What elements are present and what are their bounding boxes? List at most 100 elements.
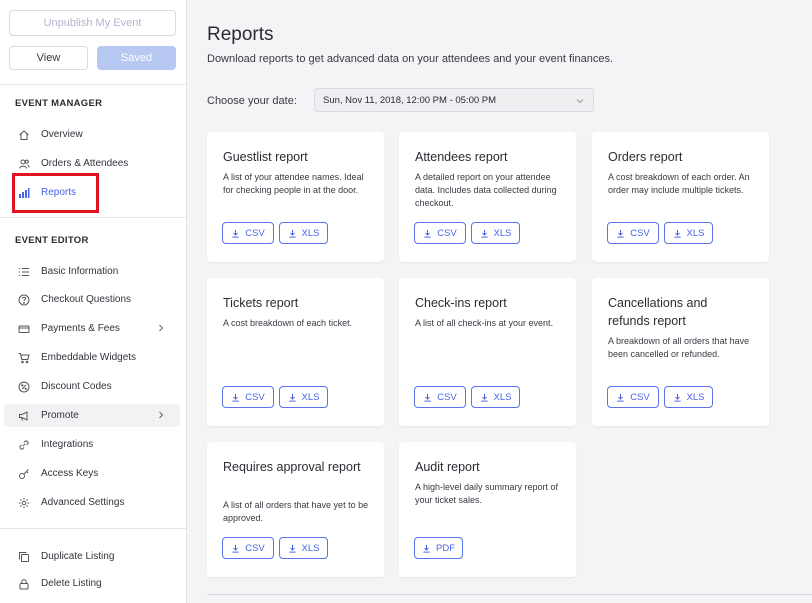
card-title: Orders report	[608, 150, 683, 164]
lock-icon	[18, 578, 30, 590]
download-xls-button[interactable]: XLS	[279, 386, 328, 408]
sidebar-item-label: Discount Codes	[41, 381, 112, 392]
button-label: CSV	[245, 391, 265, 403]
download-icon	[673, 393, 681, 402]
download-xls-button[interactable]: XLS	[279, 537, 328, 559]
chevron-down-icon	[576, 99, 584, 104]
sidebar-item-payments-fees[interactable]: Payments & Fees	[4, 317, 180, 340]
home-icon	[18, 129, 30, 141]
report-card-check-ins: Check-ins report A list of all check-ins…	[399, 278, 576, 426]
download-pdf-button[interactable]: PDF	[414, 537, 463, 559]
download-icon	[673, 229, 681, 238]
link-icon	[18, 439, 30, 451]
sidebar-item-label: Integrations	[41, 439, 94, 450]
users-icon	[18, 158, 30, 170]
download-icon	[617, 229, 624, 238]
payment-icon	[18, 323, 30, 335]
download-csv-button[interactable]: CSV	[222, 537, 274, 559]
card-title: Cancellations and refunds report	[608, 296, 708, 328]
question-icon	[18, 294, 30, 306]
page-title: Reports	[207, 24, 274, 45]
card-title: Tickets report	[223, 296, 299, 310]
button-label: PDF	[436, 542, 455, 554]
card-title: Audit report	[415, 460, 480, 474]
date-select-value: Sun, Nov 11, 2018, 12:00 PM - 05:00 PM	[323, 94, 497, 106]
sidebar-item-basic-information[interactable]: Basic Information	[4, 260, 180, 283]
sidebar-item-label: Orders & Attendees	[41, 158, 129, 169]
download-csv-button[interactable]: CSV	[414, 386, 466, 408]
sidebar-item-label: Overview	[41, 129, 83, 140]
button-label: XLS	[686, 391, 705, 403]
card-title: Check-ins report	[415, 296, 507, 310]
sidebar-item-access-keys[interactable]: Access Keys	[4, 462, 180, 485]
download-csv-button[interactable]: CSV	[414, 222, 466, 244]
card-title: Guestlist report	[223, 150, 308, 164]
view-button[interactable]: View	[9, 46, 88, 70]
unpublish-button[interactable]: Unpublish My Event	[9, 10, 176, 36]
report-card-audit: Audit report A high-level daily summary …	[399, 442, 576, 577]
download-xls-button[interactable]: XLS	[664, 222, 713, 244]
download-csv-button[interactable]: CSV	[222, 386, 274, 408]
download-csv-button[interactable]: CSV	[222, 222, 274, 244]
download-icon	[480, 229, 488, 238]
megaphone-icon	[18, 410, 30, 422]
report-card-attendees: Attendees report A detailed report on yo…	[399, 132, 576, 262]
download-icon	[617, 393, 624, 402]
button-label: XLS	[301, 542, 320, 554]
card-description: A list of all check-ins at your event.	[415, 318, 554, 328]
sidebar-item-orders-attendees[interactable]: Orders & Attendees	[4, 152, 180, 175]
chevron-right-icon	[159, 411, 164, 419]
sidebar: Unpublish My Event View Saved EVENT MANA…	[0, 0, 187, 603]
sidebar-item-label: Duplicate Listing	[41, 551, 115, 562]
report-card-requires-approval: Requires approval report A list of all o…	[207, 442, 384, 577]
button-label: XLS	[301, 391, 320, 403]
download-csv-button[interactable]: CSV	[607, 222, 659, 244]
sidebar-divider	[0, 528, 187, 529]
download-xls-button[interactable]: XLS	[279, 222, 328, 244]
content-divider	[207, 594, 812, 595]
duplicate-icon	[18, 551, 30, 563]
saved-button[interactable]: Saved	[97, 46, 176, 70]
download-xls-button[interactable]: XLS	[664, 386, 713, 408]
button-label: CSV	[437, 391, 457, 403]
sidebar-item-label: Advanced Settings	[41, 497, 125, 508]
download-xls-button[interactable]: XLS	[471, 386, 520, 408]
sidebar-item-duplicate-listing[interactable]: Duplicate Listing	[4, 545, 180, 568]
button-label: CSV	[630, 391, 650, 403]
button-label: CSV	[630, 227, 650, 239]
key-icon	[18, 468, 30, 480]
button-label: XLS	[686, 227, 705, 239]
date-select[interactable]: Sun, Nov 11, 2018, 12:00 PM - 05:00 PM	[314, 88, 594, 112]
sidebar-item-discount-codes[interactable]: Discount Codes	[4, 375, 180, 398]
sidebar-item-label: Payments & Fees	[41, 323, 120, 334]
sidebar-item-delete-listing[interactable]: Delete Listing	[4, 572, 180, 595]
sidebar-item-promote[interactable]: Promote	[4, 404, 180, 427]
sidebar-item-advanced-settings[interactable]: Advanced Settings	[4, 491, 180, 514]
card-description: A list of all orders that have yet to be…	[223, 500, 369, 523]
sidebar-item-label: Basic Information	[41, 266, 119, 277]
card-description: A detailed report on your attendee data.…	[415, 172, 557, 208]
button-label: CSV	[245, 542, 265, 554]
sidebar-divider	[0, 84, 187, 85]
download-icon	[288, 544, 296, 553]
download-icon	[232, 229, 239, 238]
reports-highlight-box	[12, 173, 99, 213]
cart-icon	[18, 352, 30, 364]
sidebar-item-overview[interactable]: Overview	[4, 123, 180, 146]
sidebar-item-embeddable-widgets[interactable]: Embeddable Widgets	[4, 346, 180, 369]
download-icon	[288, 229, 296, 238]
sidebar-item-label: Delete Listing	[41, 578, 102, 589]
card-description: A cost breakdown of each ticket.	[223, 318, 353, 328]
event-manager-heading: EVENT MANAGER	[15, 98, 103, 109]
sidebar-divider	[0, 217, 187, 218]
report-card-cancellations-refunds: Cancellations and refunds report A break…	[592, 278, 769, 426]
card-title: Requires approval report	[223, 460, 361, 474]
sidebar-item-checkout-questions[interactable]: Checkout Questions	[4, 288, 180, 311]
report-card-guestlist: Guestlist report A list of your attendee…	[207, 132, 384, 262]
report-card-orders: Orders report A cost breakdown of each o…	[592, 132, 769, 262]
sidebar-item-integrations[interactable]: Integrations	[4, 433, 180, 456]
card-description: A breakdown of all orders that have been…	[608, 336, 750, 359]
download-xls-button[interactable]: XLS	[471, 222, 520, 244]
sidebar-item-label: Embeddable Widgets	[41, 352, 137, 363]
download-csv-button[interactable]: CSV	[607, 386, 659, 408]
